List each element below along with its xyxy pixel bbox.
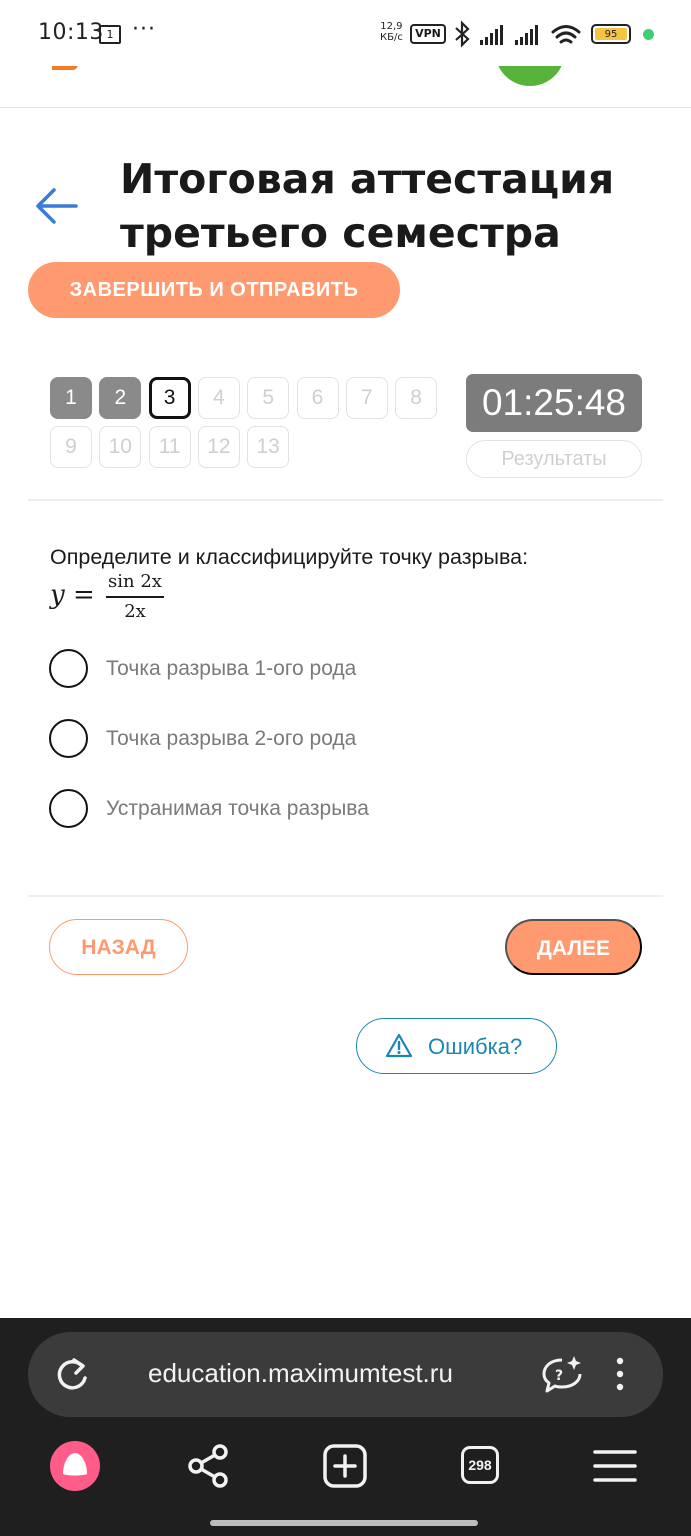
address-bar[interactable]: education.maximumtest.ru ? bbox=[28, 1332, 663, 1417]
more-notifications-icon: ··· bbox=[132, 17, 156, 42]
radio-button[interactable] bbox=[49, 649, 88, 688]
formula-fraction: sin 2x 2x bbox=[106, 570, 164, 624]
answer-option-label: Устранимая точка разрыва bbox=[106, 797, 369, 820]
question-nav-item-6[interactable]: 6 bbox=[296, 377, 339, 419]
vpn-icon: VPN bbox=[410, 24, 446, 44]
question-text: Определите и классифицируйте точку разры… bbox=[50, 545, 529, 569]
share-icon[interactable] bbox=[180, 1438, 236, 1494]
question-nav-item-12[interactable]: 12 bbox=[197, 426, 240, 468]
question-nav-item-3[interactable]: 3 bbox=[148, 377, 191, 419]
divider bbox=[28, 895, 663, 897]
report-error-button[interactable]: Ошибка? bbox=[356, 1018, 557, 1074]
battery-level: 95 bbox=[595, 28, 627, 40]
signal-strength-icon bbox=[480, 25, 538, 45]
back-button[interactable]: НАЗАД bbox=[49, 919, 188, 975]
finish-and-submit-button[interactable]: ЗАВЕРШИТЬ И ОТПРАВИТЬ bbox=[28, 262, 400, 318]
question-nav-item-4[interactable]: 4 bbox=[197, 377, 240, 419]
network-speed: 12,9 КБ/с bbox=[380, 21, 403, 43]
status-bar: 10:13 1 ··· 12,9 КБ/с VPN 95 bbox=[0, 0, 691, 66]
new-tab-icon[interactable] bbox=[317, 1438, 373, 1494]
question-nav-item-7[interactable]: 7 bbox=[345, 377, 388, 419]
browser-toolbar: education.maximumtest.ru ? 298 bbox=[0, 1318, 691, 1536]
more-options-icon[interactable] bbox=[608, 1352, 632, 1396]
url-text[interactable]: education.maximumtest.ru bbox=[148, 1358, 453, 1389]
status-time: 10:13 bbox=[38, 20, 104, 45]
wifi-icon bbox=[551, 25, 581, 44]
answer-option[interactable]: Устранимая точка разрыва bbox=[49, 789, 609, 829]
tabs-button[interactable]: 298 bbox=[451, 1438, 507, 1494]
page-title: Итоговая аттестация третьего семестра bbox=[120, 155, 615, 257]
tab-count: 298 bbox=[461, 1446, 499, 1484]
back-arrow-icon[interactable] bbox=[32, 186, 80, 226]
answer-option-label: Точка разрыва 2-ого рода bbox=[106, 727, 357, 750]
home-indicator[interactable] bbox=[210, 1520, 478, 1526]
divider bbox=[28, 499, 663, 501]
alice-assistant-icon[interactable] bbox=[47, 1438, 103, 1494]
network-speed-unit: КБ/с bbox=[380, 32, 403, 43]
bluetooth-icon bbox=[455, 20, 470, 48]
calendar-icon: 1 bbox=[99, 25, 121, 44]
reload-icon[interactable] bbox=[52, 1352, 92, 1396]
next-button[interactable]: ДАЛЕЕ bbox=[505, 919, 642, 975]
results-button[interactable]: Результаты bbox=[466, 440, 642, 478]
report-error-label: Ошибка? bbox=[428, 1034, 523, 1059]
formula-denominator: 2x bbox=[124, 601, 146, 622]
answer-option[interactable]: Точка разрыва 2-ого рода bbox=[49, 719, 609, 759]
menu-icon[interactable] bbox=[587, 1438, 643, 1494]
battery-icon: 95 bbox=[591, 24, 631, 44]
ai-chat-icon[interactable]: ? bbox=[540, 1352, 584, 1396]
camera-indicator-dot bbox=[643, 29, 654, 40]
formula-numerator: sin 2x bbox=[108, 571, 162, 592]
question-nav-item-9[interactable]: 9 bbox=[50, 426, 92, 468]
question-nav-item-11[interactable]: 11 bbox=[148, 426, 191, 468]
answer-option-label: Точка разрыва 1-ого рода bbox=[106, 657, 357, 680]
network-speed-value: 12,9 bbox=[380, 21, 403, 32]
question-nav-item-8[interactable]: 8 bbox=[395, 377, 438, 419]
timer: 01:25:48 bbox=[466, 374, 642, 432]
formula-lhs: y = bbox=[50, 580, 95, 610]
connectivity-icons bbox=[455, 20, 581, 48]
question-nav-item-2[interactable]: 2 bbox=[99, 377, 142, 419]
svg-text:?: ? bbox=[555, 1368, 563, 1384]
warning-icon bbox=[385, 1033, 413, 1058]
question-nav-item-10[interactable]: 10 bbox=[99, 426, 142, 468]
question-nav-item-5[interactable]: 5 bbox=[247, 377, 290, 419]
question-nav-item-13[interactable]: 13 bbox=[247, 426, 290, 468]
fraction-bar bbox=[106, 596, 164, 598]
radio-button[interactable] bbox=[49, 719, 88, 758]
question-nav-item-1[interactable]: 1 bbox=[50, 377, 92, 419]
answer-option[interactable]: Точка разрыва 1-ого рода bbox=[49, 649, 609, 689]
radio-button[interactable] bbox=[49, 789, 88, 828]
